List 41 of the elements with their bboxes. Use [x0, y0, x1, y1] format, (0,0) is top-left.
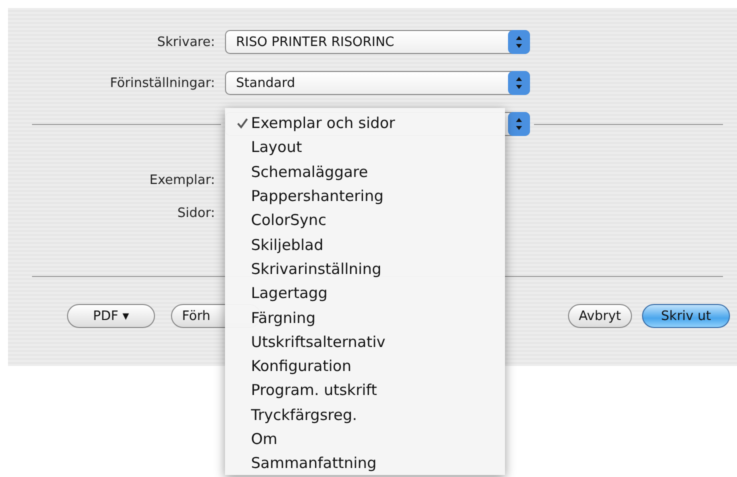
- menu-item[interactable]: Pappershantering: [225, 184, 505, 208]
- menu-item-label: Program. utskrift: [251, 381, 377, 400]
- menu-item-label: Skiljeblad: [251, 236, 324, 254]
- stepper-icon: [508, 71, 530, 95]
- menu-item-label: Lagertagg: [251, 284, 328, 302]
- menu-item-label: Tryckfärgsreg.: [251, 406, 358, 424]
- menu-item[interactable]: Sammanfattning: [225, 451, 505, 476]
- menu-item-label: Pappershantering: [251, 187, 384, 206]
- menu-item-label: Konfiguration: [251, 357, 352, 376]
- menu-item[interactable]: Lagertagg: [225, 281, 505, 306]
- menu-item[interactable]: Program. utskrift: [225, 378, 505, 403]
- menu-item-label: Schemaläggare: [251, 162, 368, 181]
- printer-label: Skrivare:: [156, 34, 215, 50]
- menu-item[interactable]: Schemaläggare: [225, 160, 505, 184]
- printer-popup[interactable]: RISO PRINTER RISORINC: [225, 30, 530, 54]
- menu-item-label: Utskriftsalternativ: [251, 332, 386, 351]
- menu-item[interactable]: Om: [225, 426, 505, 452]
- menu-item[interactable]: ColorSync: [225, 208, 505, 232]
- copies-label: Exemplar:: [148, 172, 215, 188]
- pages-label: Sidor:: [176, 206, 215, 220]
- menu-item[interactable]: Layout: [225, 135, 505, 160]
- menu-item[interactable]: Konfiguration: [225, 354, 505, 378]
- menu-item[interactable]: Tryckfärgsreg.: [225, 402, 505, 427]
- menu-item-label: Layout: [251, 138, 302, 156]
- stepper-icon: [508, 30, 530, 54]
- presets-popup[interactable]: Standard: [225, 71, 530, 95]
- menu-item[interactable]: Utskriftsalternativ: [225, 330, 505, 354]
- menu-item[interactable]: Skiljeblad: [225, 232, 505, 257]
- menu-item[interactable]: Exemplar och sidor: [225, 111, 505, 136]
- menu-item[interactable]: Skrivarinställning: [225, 256, 505, 282]
- pdf-button[interactable]: PDF ▾: [67, 304, 155, 328]
- menu-item-label: Skrivarinställning: [251, 260, 382, 278]
- stepper-icon: [508, 112, 530, 136]
- menu-item-label: Om: [251, 430, 278, 448]
- menu-item-label: Exemplar och sidor: [251, 114, 396, 132]
- print-button[interactable]: Skriv ut: [642, 304, 730, 328]
- checkmark-icon: [237, 118, 248, 129]
- menu-item-label: Sammanfattning: [251, 454, 377, 472]
- menu-item-label: ColorSync: [251, 211, 326, 230]
- presets-label: Förinställningar:: [108, 76, 215, 90]
- cancel-button[interactable]: Avbryt: [568, 304, 632, 328]
